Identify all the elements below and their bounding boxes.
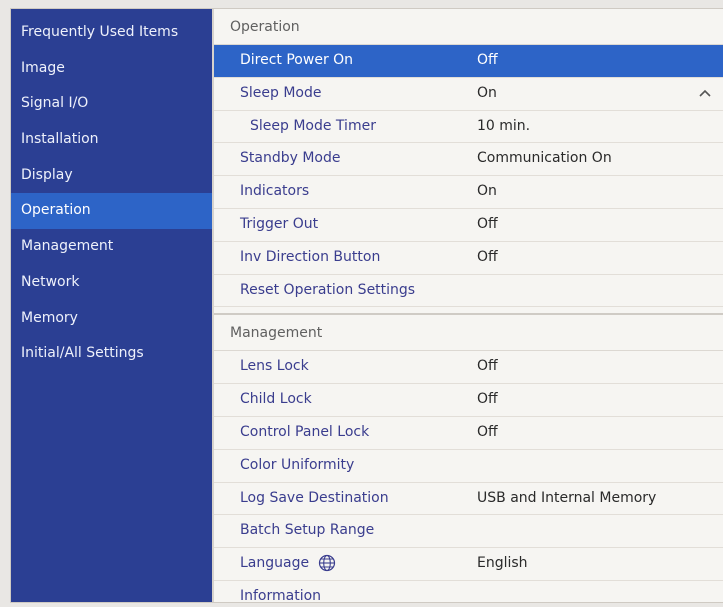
setting-row-lens-lock[interactable]: Lens Lock Off — [214, 351, 723, 385]
setting-row-information[interactable]: Information — [214, 581, 723, 602]
setting-value: Off — [477, 391, 498, 408]
setting-label: Trigger Out — [240, 215, 319, 232]
setting-label: Information — [240, 587, 322, 602]
setting-value: 10 min. — [477, 117, 531, 134]
sidebar-item-installation[interactable]: Installation — [11, 122, 212, 158]
setting-label: Color Uniformity — [240, 456, 355, 473]
setting-row-sleep-mode-timer[interactable]: Sleep Mode Timer 10 min. — [214, 111, 723, 144]
sidebar-item-network[interactable]: Network — [11, 265, 212, 301]
setting-label: Indicators — [240, 183, 310, 200]
sidebar-item-management[interactable]: Management — [11, 229, 212, 265]
setting-row-log-save-destination[interactable]: Log Save Destination USB and Internal Me… — [214, 483, 723, 516]
settings-panel: Operation Direct Power On Off Sleep Mode… — [212, 9, 723, 602]
setting-row-reset-operation-settings[interactable]: Reset Operation Settings — [214, 275, 723, 308]
setting-row-child-lock[interactable]: Child Lock Off — [214, 384, 723, 417]
setting-label-wrap: Language — [214, 548, 477, 580]
setting-value: Off — [477, 52, 498, 68]
setting-value: On — [477, 183, 497, 200]
setting-value: USB and Internal Memory — [477, 489, 657, 506]
setting-value: Off — [477, 358, 498, 375]
sidebar-item-image[interactable]: Image — [11, 51, 212, 87]
setting-label: Standby Mode — [240, 150, 341, 167]
setting-row-direct-power-on[interactable]: Direct Power On Off — [214, 45, 723, 78]
setting-row-language[interactable]: Language English — [214, 548, 723, 581]
setting-row-indicators[interactable]: Indicators On — [214, 176, 723, 209]
setting-row-trigger-out[interactable]: Trigger Out Off — [214, 209, 723, 242]
setting-row-control-panel-lock[interactable]: Control Panel Lock Off — [214, 417, 723, 450]
setting-label: Language — [240, 555, 310, 572]
setting-value: Off — [477, 423, 498, 440]
setting-label: Sleep Mode — [240, 84, 322, 101]
setting-label: Log Save Destination — [240, 489, 389, 506]
setting-label: Inv Direction Button — [240, 248, 381, 265]
chevron-up-icon[interactable] — [698, 86, 712, 100]
setting-value: On — [477, 84, 497, 101]
setting-row-standby-mode[interactable]: Standby Mode Communication On — [214, 143, 723, 177]
setting-label: Sleep Mode Timer — [250, 117, 376, 134]
sidebar-item-initial-all-settings[interactable]: Initial/All Settings — [11, 336, 212, 372]
setting-row-color-uniformity[interactable]: Color Uniformity — [214, 450, 723, 483]
setting-value: Off — [477, 215, 498, 232]
setting-value: Off — [477, 248, 498, 265]
setting-row-batch-setup-range[interactable]: Batch Setup Range — [214, 515, 723, 549]
sidebar-item-memory[interactable]: Memory — [11, 301, 212, 337]
globe-icon — [318, 555, 335, 572]
sidebar-item-display[interactable]: Display — [11, 158, 212, 194]
setting-label: Direct Power On — [240, 52, 354, 68]
sidebar-item-frequently-used-items[interactable]: Frequently Used Items — [11, 15, 212, 51]
section-header-operation: Operation — [214, 9, 723, 45]
section-header-management: Management — [214, 313, 723, 352]
setting-label: Reset Operation Settings — [240, 281, 416, 298]
setting-label: Child Lock — [240, 391, 312, 408]
setting-row-inv-direction-button[interactable]: Inv Direction Button Off — [214, 242, 723, 275]
sidebar: Frequently Used Items Image Signal I/O I… — [11, 9, 212, 602]
setting-label: Lens Lock — [240, 358, 309, 375]
projector-menu-screen: Frequently Used Items Image Signal I/O I… — [10, 8, 723, 603]
setting-row-sleep-mode[interactable]: Sleep Mode On — [214, 78, 723, 111]
sidebar-item-operation[interactable]: Operation — [11, 193, 212, 230]
setting-label: Batch Setup Range — [240, 522, 375, 539]
setting-label: Control Panel Lock — [240, 423, 370, 440]
sidebar-item-signal-io[interactable]: Signal I/O — [11, 86, 212, 122]
setting-value: Communication On — [477, 150, 612, 167]
setting-value: English — [477, 555, 528, 572]
